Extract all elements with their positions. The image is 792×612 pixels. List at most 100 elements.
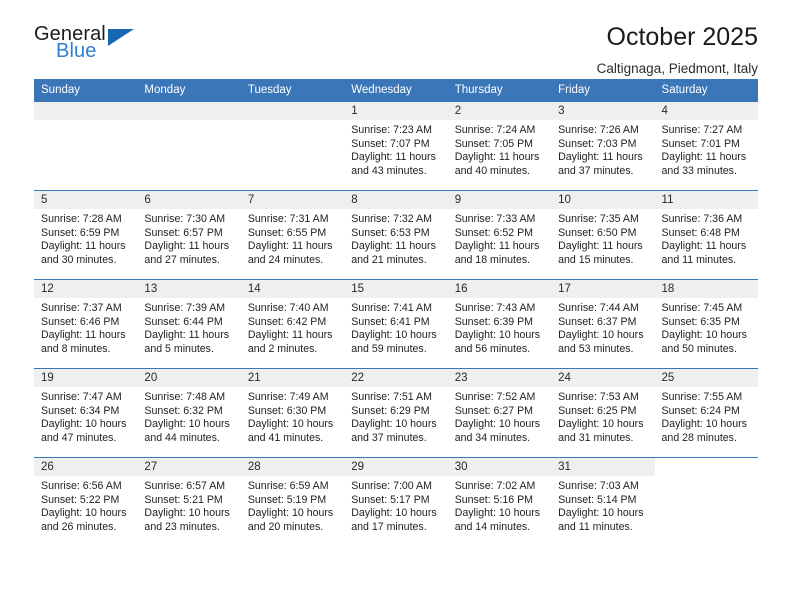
day-sun-info: Sunrise: 7:27 AM Sunset: 7:01 PM Daylight:…: [655, 120, 758, 178]
daylight-duration-line1: Daylight: 11 hours: [351, 240, 436, 253]
sunrise-time: Sunrise: 7:32 AM: [351, 213, 432, 225]
calendar-day-cell[interactable]: 5 Sunrise: 7:28 AM Sunset: 6:59 PM Daylight…: [34, 190, 138, 280]
calendar-day-cell[interactable]: 22 Sunrise: 7:51 AM Sunset: 6:29 PM Dayligh…: [344, 368, 448, 458]
calendar-day-cell[interactable]: 2 Sunrise: 7:24 AM Sunset: 7:05 PM Daylight…: [447, 101, 552, 191]
calendar-day-cell[interactable]: 11 Sunrise: 7:36 AM Sunset: 6:48 PM Dayligh…: [654, 190, 758, 280]
calendar-cell-empty: [240, 101, 345, 191]
day-number: 25: [654, 369, 758, 387]
sunrise-time: Sunrise: 7:40 AM: [247, 302, 329, 314]
daylight-duration-line2: and 23 minutes.: [144, 520, 220, 533]
calendar-day-cell[interactable]: 29 Sunrise: 7:00 AM Sunset: 5:17 PM Dayligh…: [344, 457, 448, 547]
calendar-day-cell[interactable]: 12 Sunrise: 7:37 AM Sunset: 6:46 PM Dayligh…: [34, 279, 138, 369]
daylight-duration-line2: and 20 minutes.: [247, 520, 324, 533]
day-sun-info: Sunrise: 7:32 AM Sunset: 6:53 PM Daylight:…: [344, 209, 447, 267]
day-sun-info: Sunrise: 7:28 AM Sunset: 6:59 PM Daylight:…: [34, 209, 137, 267]
calendar-day-cell[interactable]: 30 Sunrise: 7:02 AM Sunset: 5:16 PM Dayligh…: [447, 457, 552, 547]
day-sun-info: Sunrise: 7:33 AM Sunset: 6:52 PM Daylight:…: [448, 209, 551, 267]
day-sun-info: Sunrise: 7:39 AM Sunset: 6:44 PM Daylight:…: [137, 298, 240, 356]
sunrise-time: Sunrise: 7:28 AM: [41, 213, 122, 225]
daylight-duration-line2: and 2 minutes.: [247, 342, 318, 355]
calendar-day-cell[interactable]: 23 Sunrise: 7:52 AM Sunset: 6:27 PM Dayligh…: [447, 368, 552, 458]
calendar-day-cell[interactable]: 7 Sunrise: 7:31 AM Sunset: 6:55 PM Daylight…: [240, 190, 345, 280]
day-number: 18: [654, 280, 758, 298]
daylight-duration-line2: and 47 minutes.: [41, 431, 117, 444]
day-sun-info: Sunrise: 7:44 AM Sunset: 6:37 PM Daylight:…: [551, 298, 654, 356]
weekday-header-tuesday: Tuesday: [240, 79, 345, 102]
sunset-time: Sunset: 6:39 PM: [454, 315, 534, 328]
calendar-day-cell[interactable]: 17 Sunrise: 7:44 AM Sunset: 6:37 PM Dayligh…: [551, 279, 655, 369]
day-sun-info: Sunrise: 7:47 AM Sunset: 6:34 PM Daylight:…: [34, 387, 137, 445]
daylight-duration-line2: and 37 minutes.: [558, 164, 634, 177]
sunset-time: Sunset: 6:41 PM: [351, 315, 430, 328]
calendar-day-cell[interactable]: 9 Sunrise: 7:33 AM Sunset: 6:52 PM Daylight…: [447, 190, 552, 280]
calendar-day-cell[interactable]: 25 Sunrise: 7:55 AM Sunset: 6:24 PM Dayligh…: [654, 368, 758, 458]
daylight-duration-line2: and 17 minutes.: [351, 520, 427, 533]
calendar-day-cell[interactable]: 27 Sunrise: 6:57 AM Sunset: 5:21 PM Dayligh…: [137, 457, 241, 547]
sunrise-time: Sunrise: 7:24 AM: [454, 124, 536, 136]
calendar-day-cell[interactable]: 19 Sunrise: 7:47 AM Sunset: 6:34 PM Dayligh…: [34, 368, 138, 458]
daylight-duration-line2: and 53 minutes.: [558, 342, 634, 355]
sunrise-time: Sunrise: 7:47 AM: [41, 391, 122, 403]
calendar-day-cell[interactable]: 6 Sunrise: 7:30 AM Sunset: 6:57 PM Daylight…: [137, 190, 241, 280]
day-sun-info: Sunrise: 7:49 AM Sunset: 6:30 PM Daylight:…: [241, 387, 344, 445]
general-blue-logo[interactable]: General Blue: [34, 24, 154, 70]
day-number: [654, 458, 758, 476]
day-number: [240, 102, 345, 120]
sunrise-time: Sunrise: 7:03 AM: [558, 480, 639, 492]
sunrise-time: Sunrise: 7:49 AM: [247, 391, 329, 403]
calendar-day-cell[interactable]: 18 Sunrise: 7:45 AM Sunset: 6:35 PM Dayligh…: [654, 279, 758, 369]
day-number: [34, 102, 138, 120]
calendar-day-cell[interactable]: 13 Sunrise: 7:39 AM Sunset: 6:44 PM Dayligh…: [137, 279, 241, 369]
sunset-time: Sunset: 6:42 PM: [247, 315, 327, 328]
calendar-day-cell[interactable]: 1 Sunrise: 7:23 AM Sunset: 7:07 PM Daylight…: [344, 101, 448, 191]
daylight-duration-line2: and 56 minutes.: [454, 342, 531, 355]
calendar-day-cell[interactable]: 26 Sunrise: 6:56 AM Sunset: 5:22 PM Dayligh…: [34, 457, 138, 547]
calendar-day-cell[interactable]: 28 Sunrise: 6:59 AM Sunset: 5:19 PM Dayligh…: [240, 457, 345, 547]
daylight-duration-line1: Daylight: 10 hours: [144, 418, 230, 431]
daylight-duration-line2: and 41 minutes.: [247, 431, 324, 444]
day-sun-info: Sunrise: 7:45 AM Sunset: 6:35 PM Daylight:…: [655, 298, 758, 356]
sunset-time: Sunset: 6:30 PM: [247, 404, 327, 417]
day-number: 3: [551, 102, 655, 120]
calendar-week-row: 12 Sunrise: 7:37 AM Sunset: 6:46 PM Dayligh…: [34, 279, 758, 369]
day-number: [137, 102, 241, 120]
calendar-day-cell[interactable]: 24 Sunrise: 7:53 AM Sunset: 6:25 PM Dayligh…: [551, 368, 655, 458]
calendar-page: General Blue October 2025 Caltignaga, Pi…: [0, 0, 792, 612]
sunset-time: Sunset: 5:14 PM: [558, 493, 637, 506]
calendar-day-cell[interactable]: 20 Sunrise: 7:48 AM Sunset: 6:32 PM Dayligh…: [137, 368, 241, 458]
calendar-day-cell[interactable]: 8 Sunrise: 7:32 AM Sunset: 6:53 PM Daylight…: [344, 190, 448, 280]
daylight-duration-line1: Daylight: 10 hours: [247, 507, 334, 520]
daylight-duration-line1: Daylight: 10 hours: [41, 507, 127, 520]
sunrise-time: Sunrise: 7:00 AM: [351, 480, 432, 492]
calendar-day-cell[interactable]: 31 Sunrise: 7:03 AM Sunset: 5:14 PM Dayligh…: [551, 457, 655, 547]
daylight-duration-line1: Daylight: 10 hours: [661, 418, 747, 431]
sunrise-time: Sunrise: 7:41 AM: [351, 302, 432, 314]
calendar-day-cell[interactable]: 3 Sunrise: 7:26 AM Sunset: 7:03 PM Daylight…: [551, 101, 655, 191]
day-sun-info: Sunrise: 6:59 AM Sunset: 5:19 PM Daylight:…: [241, 476, 344, 534]
calendar-day-cell[interactable]: 16 Sunrise: 7:43 AM Sunset: 6:39 PM Dayligh…: [447, 279, 552, 369]
day-number: 14: [240, 280, 345, 298]
sunrise-time: Sunrise: 7:31 AM: [247, 213, 329, 225]
daylight-duration-line2: and 15 minutes.: [558, 253, 634, 266]
calendar-day-cell[interactable]: 21 Sunrise: 7:49 AM Sunset: 6:30 PM Dayligh…: [240, 368, 345, 458]
calendar-day-cell[interactable]: 14 Sunrise: 7:40 AM Sunset: 6:42 PM Dayligh…: [240, 279, 345, 369]
sunrise-time: Sunrise: 7:44 AM: [558, 302, 639, 314]
calendar-day-cell[interactable]: 10 Sunrise: 7:35 AM Sunset: 6:50 PM Dayligh…: [551, 190, 655, 280]
sunset-time: Sunset: 6:24 PM: [661, 404, 740, 417]
daylight-duration-line2: and 26 minutes.: [41, 520, 117, 533]
daylight-duration-line2: and 8 minutes.: [41, 342, 111, 355]
calendar-body: 1 Sunrise: 7:23 AM Sunset: 7:07 PM Daylight…: [34, 101, 758, 547]
daylight-duration-line1: Daylight: 11 hours: [558, 151, 643, 164]
sunrise-time: Sunrise: 7:27 AM: [661, 124, 743, 136]
day-number: 26: [34, 458, 138, 476]
weekday-header-row: Sunday Monday Tuesday Wednesday Thursday…: [34, 79, 758, 102]
calendar-week-row: 26 Sunrise: 6:56 AM Sunset: 5:22 PM Dayligh…: [34, 457, 758, 547]
sunset-time: Sunset: 6:48 PM: [661, 226, 740, 239]
calendar-day-cell[interactable]: 15 Sunrise: 7:41 AM Sunset: 6:41 PM Dayligh…: [344, 279, 448, 369]
daylight-duration-line1: Daylight: 11 hours: [144, 240, 230, 253]
sunrise-time: Sunrise: 7:52 AM: [454, 391, 536, 403]
calendar-day-cell[interactable]: 4 Sunrise: 7:27 AM Sunset: 7:01 PM Daylight…: [654, 101, 758, 191]
day-number: 16: [447, 280, 552, 298]
daylight-duration-line2: and 11 minutes.: [558, 520, 633, 533]
weekday-header-saturday: Saturday: [654, 79, 758, 102]
